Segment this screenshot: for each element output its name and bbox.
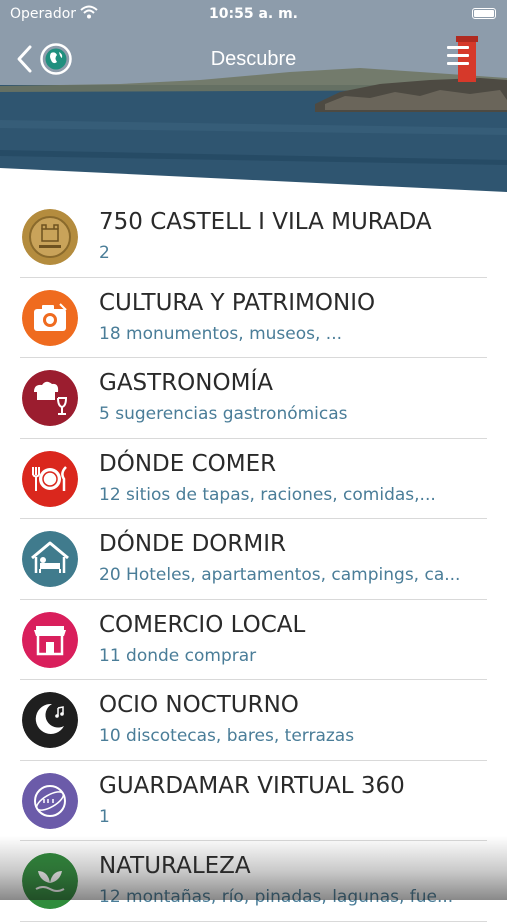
item-title: NATURALEZA xyxy=(99,853,251,879)
item-title: DÓNDE DORMIR xyxy=(99,531,286,557)
item-subtitle: 12 montañas, río, pinadas, lagunas, fue.… xyxy=(99,887,454,907)
list-item-donde-dormir[interactable]: DÓNDE DORMIR 20 Hoteles, apartamentos, c… xyxy=(0,519,507,600)
list-item-donde-comer[interactable]: DÓNDE COMER 12 sitios de tapas, raciones… xyxy=(0,439,507,519)
shop-icon xyxy=(22,611,78,668)
chef-hat-wine-icon xyxy=(22,370,78,426)
hamburger-menu-icon[interactable] xyxy=(447,46,469,65)
item-subtitle: 1 xyxy=(99,806,110,827)
item-title: GASTRONOMÍA xyxy=(99,370,273,396)
harbor-photo xyxy=(0,0,507,200)
item-subtitle: 2 xyxy=(99,243,110,263)
item-subtitle: 20 Hoteles, apartamentos, campings, ca..… xyxy=(99,565,461,585)
house-bed-icon xyxy=(22,531,78,587)
list-item-comercio-local[interactable]: COMERCIO LOCAL 11 donde comprar xyxy=(0,600,507,680)
list-item-guardamar-virtual[interactable]: GUARDAMAR VIRTUAL 360 1 xyxy=(0,761,507,841)
item-subtitle: 10 discotecas, bares, terrazas xyxy=(99,726,355,746)
item-title: DÓNDE COMER xyxy=(99,450,277,477)
item-subtitle: 11 donde comprar xyxy=(99,645,257,666)
item-title: COMERCIO LOCAL xyxy=(99,611,306,638)
plate-cutlery-icon xyxy=(22,450,78,507)
virtual-360-icon xyxy=(22,772,78,829)
header-banner: Operador 10:55 a. m. Descubre xyxy=(0,0,507,200)
list-item-gastronomia[interactable]: GASTRONOMÍA 5 sugerencias gastronómicas xyxy=(0,358,507,439)
battery-icon xyxy=(472,8,496,19)
list-item-naturaleza[interactable]: NATURALEZA 12 montañas, río, pinadas, la… xyxy=(0,841,507,922)
item-subtitle: 18 monumentos, museos, ... xyxy=(99,323,342,344)
clock-time: 10:55 a. m. xyxy=(209,6,298,22)
divider xyxy=(20,920,487,922)
status-bar: Operador 10:55 a. m. xyxy=(0,0,507,28)
item-title: 750 CASTELL I VILA MURADA xyxy=(99,209,432,235)
item-subtitle: 12 sitios de tapas, raciones, comidas,..… xyxy=(99,484,436,505)
moon-music-icon xyxy=(22,692,78,748)
leaf-icon xyxy=(22,853,78,909)
item-subtitle: 5 sugerencias gastronómicas xyxy=(99,404,348,424)
category-list: 750 CASTELL I VILA MURADA 2 CULTURA Y PA… xyxy=(0,197,507,922)
camera-icon xyxy=(22,289,78,346)
item-title: CULTURA Y PATRIMONIO xyxy=(99,289,376,316)
list-item-cultura[interactable]: CULTURA Y PATRIMONIO 18 monumentos, muse… xyxy=(0,278,507,358)
item-title: OCIO NOCTURNO xyxy=(99,692,299,718)
list-item-castell[interactable]: 750 CASTELL I VILA MURADA 2 xyxy=(0,197,507,278)
list-item-ocio-nocturno[interactable]: OCIO NOCTURNO 10 discotecas, bares, terr… xyxy=(0,680,507,761)
page-title: Descubre xyxy=(210,48,297,70)
item-title: GUARDAMAR VIRTUAL 360 xyxy=(99,772,405,799)
castle-seal-icon xyxy=(22,209,78,265)
